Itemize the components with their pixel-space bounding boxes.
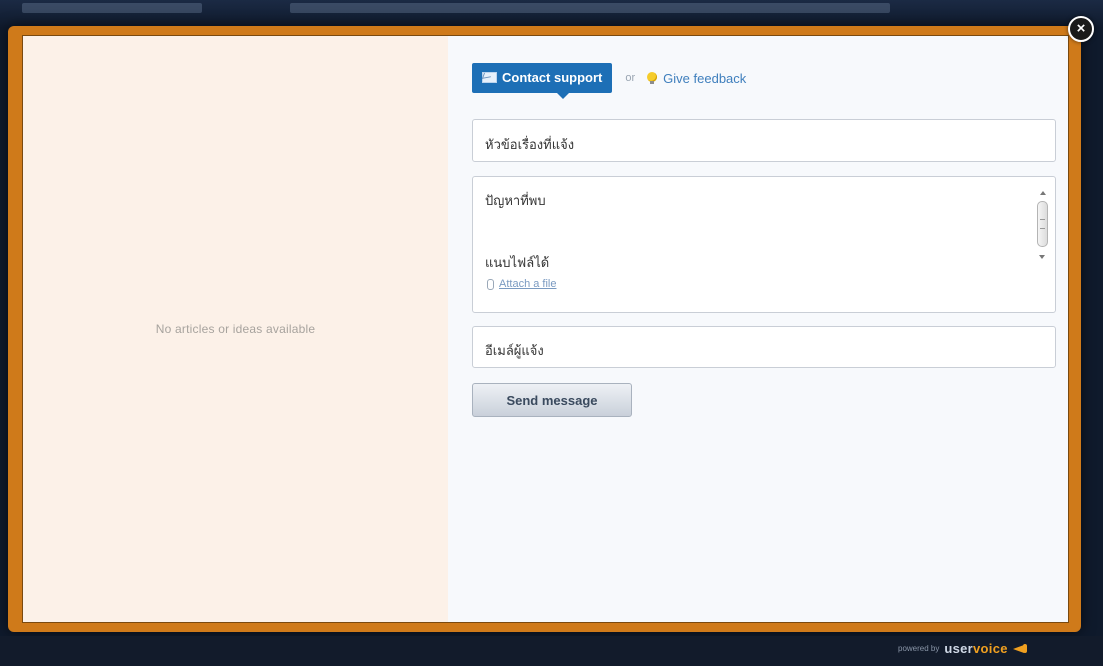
lightbulb-icon bbox=[647, 71, 658, 85]
attach-file-link[interactable]: Attach a file bbox=[487, 278, 556, 290]
mail-icon bbox=[482, 72, 497, 83]
articles-panel: No articles or ideas available bbox=[23, 36, 448, 622]
email-field[interactable]: อีเมล์ผู้แจ้ง bbox=[472, 326, 1056, 368]
logo-voice-text: voice bbox=[973, 641, 1008, 656]
paperclip-icon bbox=[487, 278, 494, 290]
tab-give-feedback-label: Give feedback bbox=[663, 70, 747, 86]
message-scrollbar[interactable] bbox=[1037, 188, 1048, 262]
message-field-value: ปัญหาที่พบ bbox=[485, 193, 546, 208]
scroll-thumb[interactable] bbox=[1037, 201, 1048, 247]
tab-separator: or bbox=[625, 72, 636, 84]
modal-content: No articles or ideas available Contact s… bbox=[22, 35, 1069, 623]
tab-give-feedback[interactable]: Give feedback bbox=[647, 71, 746, 86]
background-page-header bbox=[0, 0, 1103, 28]
uservoice-logo: uservoice bbox=[944, 641, 1007, 656]
empty-state-text: No articles or ideas available bbox=[155, 322, 316, 336]
contact-form-panel: Contact support or Give feedback หัวข้อเ… bbox=[448, 36, 1068, 622]
attachment-label: แนบไฟล์ได้ bbox=[485, 255, 550, 270]
tab-contact-support-label: Contact support bbox=[502, 70, 603, 85]
send-message-button[interactable]: Send message bbox=[472, 383, 632, 417]
logo-user-text: user bbox=[944, 641, 974, 656]
message-field[interactable]: ปัญหาที่พบ แนบไฟล์ได้ Attach a file bbox=[472, 176, 1056, 313]
feedback-modal: No articles or ideas available Contact s… bbox=[8, 26, 1081, 632]
powered-by-text: powered by bbox=[898, 644, 940, 653]
close-icon[interactable]: × bbox=[1068, 16, 1094, 42]
tab-contact-support[interactable]: Contact support bbox=[472, 63, 613, 99]
subject-field-value: หัวข้อเรื่องที่แจ้ง bbox=[485, 137, 575, 152]
email-field-value: อีเมล์ผู้แจ้ง bbox=[485, 343, 544, 358]
background-blurred-text bbox=[22, 3, 202, 13]
scroll-down-icon[interactable] bbox=[1039, 255, 1045, 259]
background-blurred-nav bbox=[290, 3, 890, 13]
send-message-label: Send message bbox=[506, 392, 598, 408]
subject-field[interactable]: หัวข้อเรื่องที่แจ้ง bbox=[472, 119, 1056, 162]
megaphone-icon bbox=[1012, 643, 1028, 654]
attach-file-link-label: Attach a file bbox=[499, 278, 557, 290]
powered-by-badge[interactable]: powered by uservoice bbox=[898, 641, 1028, 656]
scroll-up-icon[interactable] bbox=[1039, 191, 1046, 195]
mode-tabs: Contact support or Give feedback bbox=[472, 63, 746, 99]
